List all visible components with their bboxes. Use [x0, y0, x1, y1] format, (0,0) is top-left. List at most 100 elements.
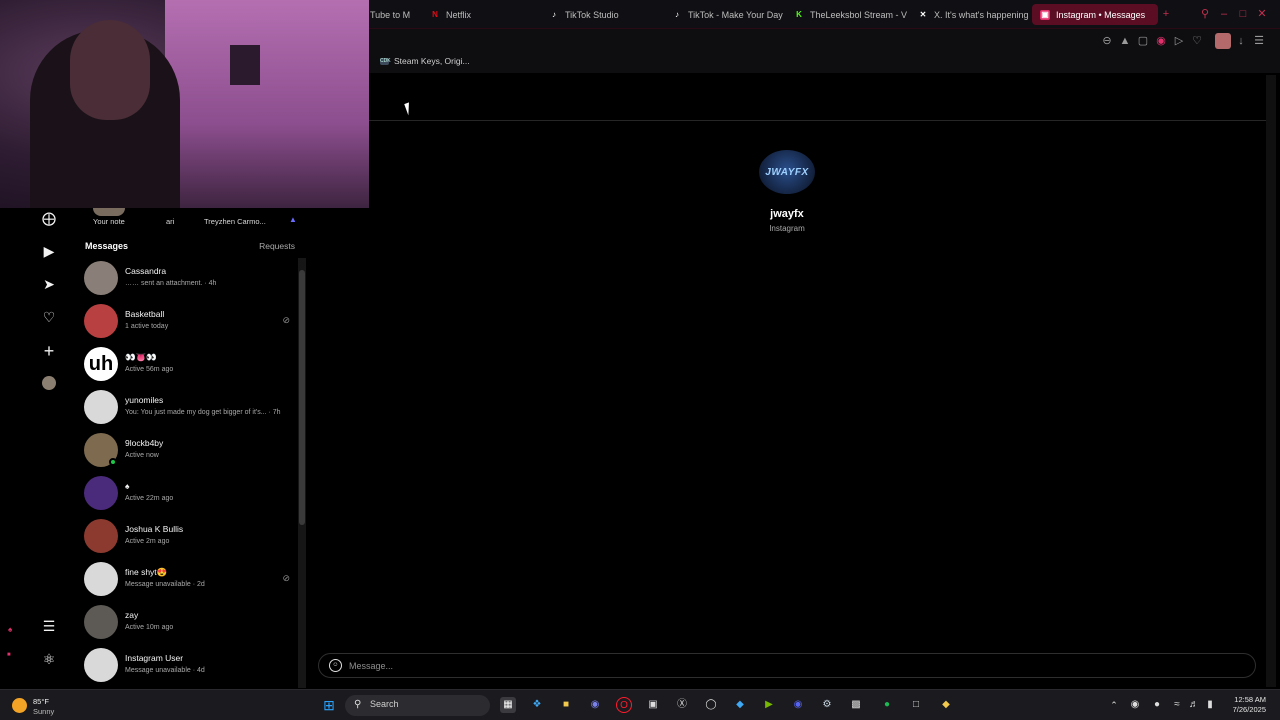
store-icon[interactable]: ▣ [645, 697, 661, 713]
file-explorer-icon[interactable]: ■ [558, 697, 574, 713]
explore-icon[interactable]: ⨁ [40, 209, 58, 227]
conversation-row[interactable]: fine shyt😍 Message unavailable · 2d ⊘ [84, 560, 294, 600]
volume-icon[interactable]: ♬ [1186, 697, 1202, 713]
menu-icon[interactable]: ☰ [1252, 34, 1266, 48]
wifi-icon[interactable]: ≈ [1169, 697, 1185, 713]
play-icon[interactable]: ▷ [1172, 34, 1186, 48]
task-view-icon[interactable]: ▦ [500, 697, 516, 713]
battery-icon[interactable]: ▮ [1202, 697, 1218, 713]
note-label: Your note [93, 217, 125, 226]
conversation-row[interactable]: Joshua K Bullis Active 2m ago [84, 517, 294, 557]
instagram-favicon-icon: ▣ [1040, 9, 1050, 20]
chat-avatar[interactable]: JWAYFX [759, 150, 815, 194]
copilot-icon[interactable]: ❖ [529, 697, 545, 713]
page-scrollbar[interactable] [1266, 75, 1276, 687]
conversation-row[interactable]: 9lockb4by Active now [84, 431, 294, 471]
side-app-icon[interactable]: ■ [7, 652, 11, 658]
emoji-icon[interactable]: ☺ [329, 659, 342, 672]
more-menu-icon[interactable]: ☰ [40, 617, 58, 635]
taskbar-search[interactable]: ⚲ Search [345, 695, 490, 716]
maximize-icon[interactable]: □ [1237, 8, 1249, 20]
bookmark-label: Steam Keys, Origi... [394, 56, 470, 66]
zoom-icon[interactable]: ⊖ [1100, 34, 1114, 48]
side-app-icon[interactable]: ♠ [8, 625, 18, 635]
conversation-name: yunomiles [125, 395, 164, 405]
conversation-row[interactable]: Basketball 1 active today ⊘ [84, 302, 294, 342]
minimize-icon[interactable]: – [1218, 8, 1230, 20]
conversation-name: Basketball [125, 309, 165, 319]
muted-bell-icon: ⊘ [282, 573, 290, 583]
threads-icon[interactable]: ⚛ [40, 650, 58, 668]
dell-icon[interactable]: ◯ [703, 697, 719, 713]
profile-avatar[interactable] [1215, 33, 1231, 49]
taskbar-clock[interactable]: 12:58 AM 7/26/2025 [1218, 695, 1266, 715]
steam-icon[interactable]: ⚙ [819, 697, 835, 713]
conversation-preview: Active 2m ago [125, 538, 170, 545]
chevron-up-icon[interactable]: ⌃ [1106, 697, 1122, 713]
pin-icon[interactable]: ▲ [1118, 34, 1132, 48]
tray-app-icon[interactable]: ◉ [1127, 697, 1143, 713]
new-tab-icon[interactable]: + [1160, 8, 1172, 20]
weather-condition: Sunny [33, 707, 55, 716]
tab-youtube[interactable]: Tube to M [362, 4, 422, 25]
opera-gx-icon[interactable]: O [616, 697, 632, 713]
kick-favicon-icon: K [796, 9, 802, 19]
messages-title: Messages [85, 241, 129, 251]
conversation-name: Joshua K Bullis [125, 524, 184, 534]
conversation-preview: Active 22m ago [125, 495, 174, 502]
conversation-preview: You: You just made my dog get bigger of … [125, 409, 281, 416]
create-icon[interactable]: + [40, 342, 58, 360]
xbox-icon[interactable]: Ⓧ [674, 697, 690, 713]
teams-icon[interactable]: ◉ [587, 697, 603, 713]
spotify-icon[interactable]: ● [879, 697, 895, 713]
conversation-name: zay [125, 610, 139, 620]
direct-messages-icon[interactable]: ➤ [40, 275, 58, 293]
notifications-heart-icon[interactable]: ♡ [40, 308, 58, 326]
conversation-row[interactable]: Instagram User Message unavailable · 4d [84, 646, 294, 686]
avatar [84, 261, 118, 295]
tab-kick-stream[interactable]: K TheLeeksbol Stream - V [786, 4, 910, 25]
conversation-row[interactable]: Cassandra …… sent an attachment. · 4h [84, 259, 294, 299]
profile-icon[interactable] [42, 376, 56, 390]
heart-icon[interactable]: ♡ [1190, 34, 1204, 48]
tab-tiktok[interactable]: ♪ TikTok - Make Your Day [664, 4, 784, 25]
windows-taskbar: 85°F Sunny ⊞ ⚲ Search ▦ ❖ ■ ◉ O ▣ Ⓧ ◯ ◆ … [0, 689, 1280, 720]
your-note-avatar[interactable] [93, 208, 125, 216]
app-icon[interactable]: ◆ [938, 697, 954, 713]
requests-link[interactable]: Requests [259, 241, 295, 251]
tab-instagram-messages[interactable]: ▣ Instagram • Messages [1032, 4, 1158, 25]
webcam-overlay [0, 0, 369, 208]
nvidia-icon[interactable]: ▶ [761, 697, 777, 713]
conversation-row[interactable]: ♠ Active 22m ago [84, 474, 294, 514]
download-icon[interactable]: ↓ [1234, 34, 1248, 48]
close-icon[interactable]: ✕ [1256, 8, 1268, 20]
microphone-icon[interactable]: ● [1149, 697, 1165, 713]
snapshot-icon[interactable]: ▢ [1136, 34, 1150, 48]
terminal-icon[interactable]: ▩ [848, 697, 864, 713]
conversation-row[interactable]: uh 👀👅👀 Active 56m ago [84, 345, 294, 385]
tab-tiktok-studio[interactable]: ♪ TikTok Studio [541, 4, 659, 25]
window-icon[interactable]: □ [908, 697, 924, 713]
conversation-row[interactable]: zay Active 10m ago [84, 603, 294, 643]
conversation-row[interactable]: yunomiles You: You just made my dog get b… [84, 388, 294, 428]
sunny-weather-icon [12, 698, 27, 713]
notes-next-icon[interactable]: ▲ [289, 215, 297, 224]
bookmark-steam-keys[interactable]: CDK Steam Keys, Origi... [380, 56, 470, 66]
conversation-name: ♠ [125, 481, 130, 491]
pocket-icon[interactable]: ◉ [1154, 34, 1168, 48]
conversation-preview: Active now [125, 452, 159, 459]
tab-x[interactable]: ✕ X. It's what's happening [910, 4, 1032, 25]
chat-subtitle: Instagram [769, 224, 805, 233]
tab-netflix[interactable]: N Netflix [422, 4, 540, 25]
search-icon[interactable]: ⚲ [1199, 8, 1211, 20]
search-label: Search [370, 699, 399, 709]
conversation-scroll-thumb[interactable] [299, 270, 305, 525]
windows-start-icon[interactable]: ⊞ [321, 697, 337, 713]
avatar [84, 304, 118, 338]
reels-icon[interactable]: ▶ [40, 242, 58, 260]
discord-icon[interactable]: ◉ [790, 697, 806, 713]
message-input[interactable] [349, 659, 1229, 673]
tab-label: TheLeeksbol Stream - V [810, 9, 908, 20]
m365-icon[interactable]: ◆ [732, 697, 748, 713]
messages-header: Messages Requests [85, 241, 295, 255]
